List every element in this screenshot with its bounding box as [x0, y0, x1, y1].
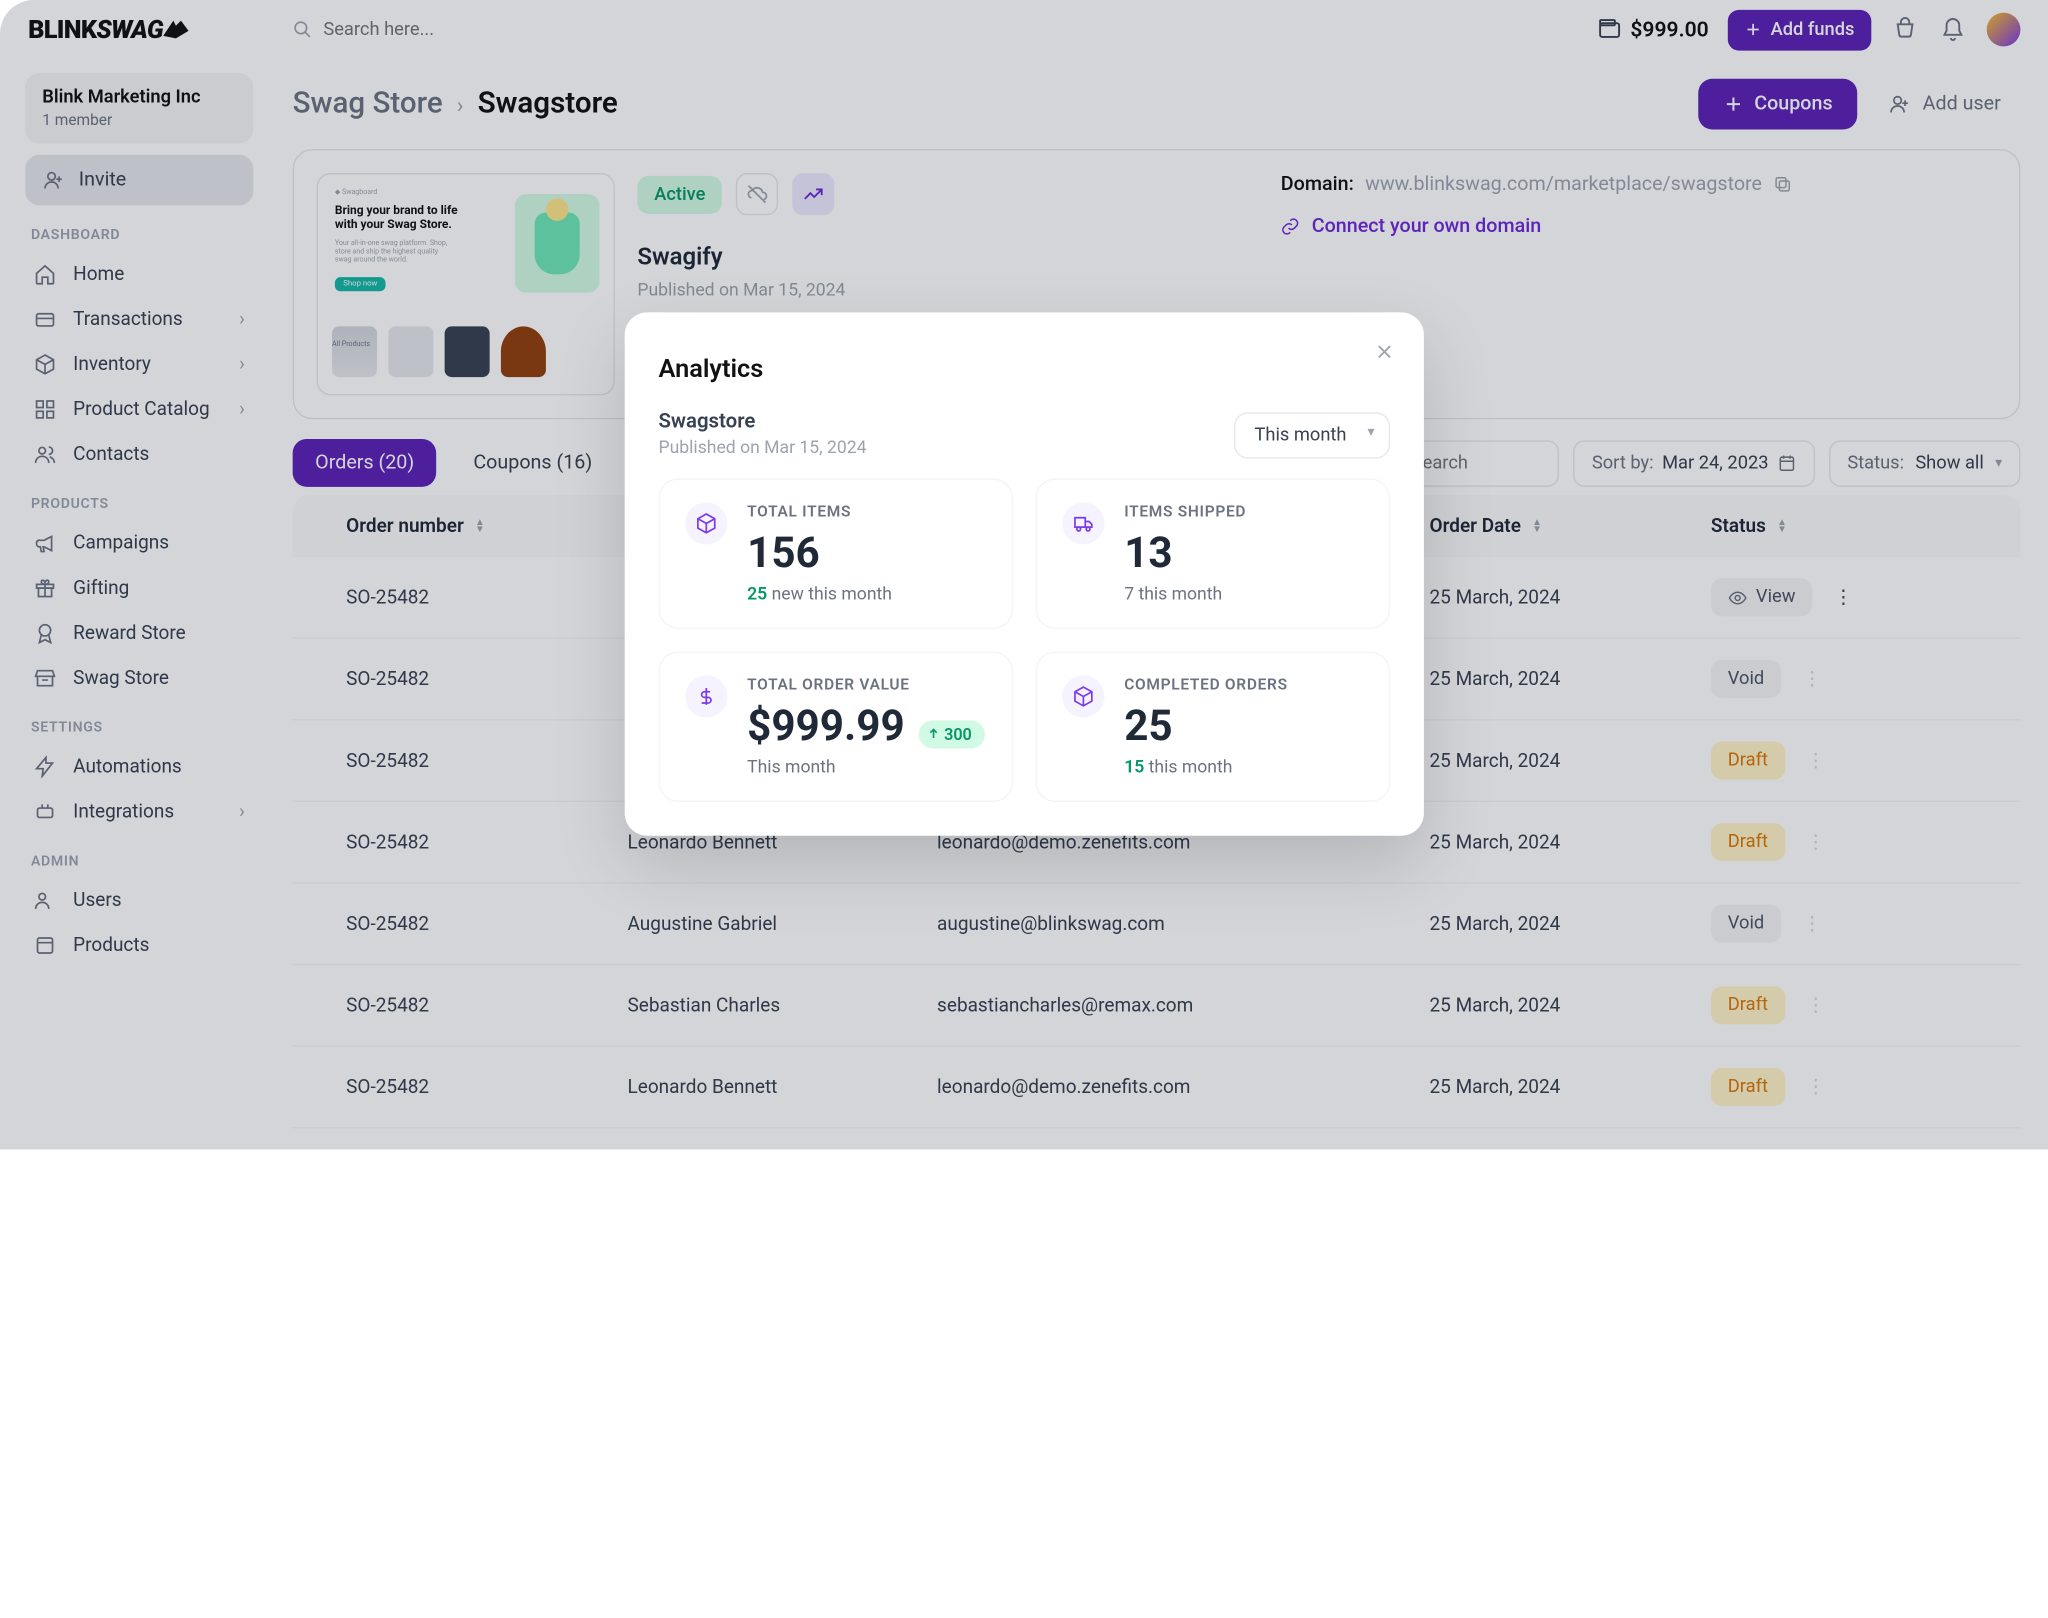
close-icon — [1373, 340, 1396, 363]
period-select[interactable]: This month — [1233, 412, 1390, 458]
analytics-modal: Analytics Swagstore Published on Mar 15,… — [625, 312, 1424, 835]
cube-icon — [695, 512, 718, 535]
delta-badge: 300 — [919, 720, 985, 748]
stat-order-value: TOTAL ORDER VALUE $999.99 300 This month — [658, 651, 1013, 802]
dollar-icon — [695, 685, 718, 708]
modal-store-name: Swagstore — [658, 409, 866, 433]
modal-published: Published on Mar 15, 2024 — [658, 438, 866, 459]
stat-total-items: TOTAL ITEMS 156 25 new this month — [658, 478, 1013, 629]
close-button[interactable] — [1373, 340, 1396, 363]
stat-completed-orders: COMPLETED ORDERS 25 15 this month — [1036, 651, 1391, 802]
truck-icon — [1072, 512, 1095, 535]
arrow-up-icon — [927, 727, 940, 740]
modal-title: Analytics — [658, 355, 1390, 385]
cube-icon — [1072, 685, 1095, 708]
stat-items-shipped: ITEMS SHIPPED 13 7 this month — [1036, 478, 1391, 629]
